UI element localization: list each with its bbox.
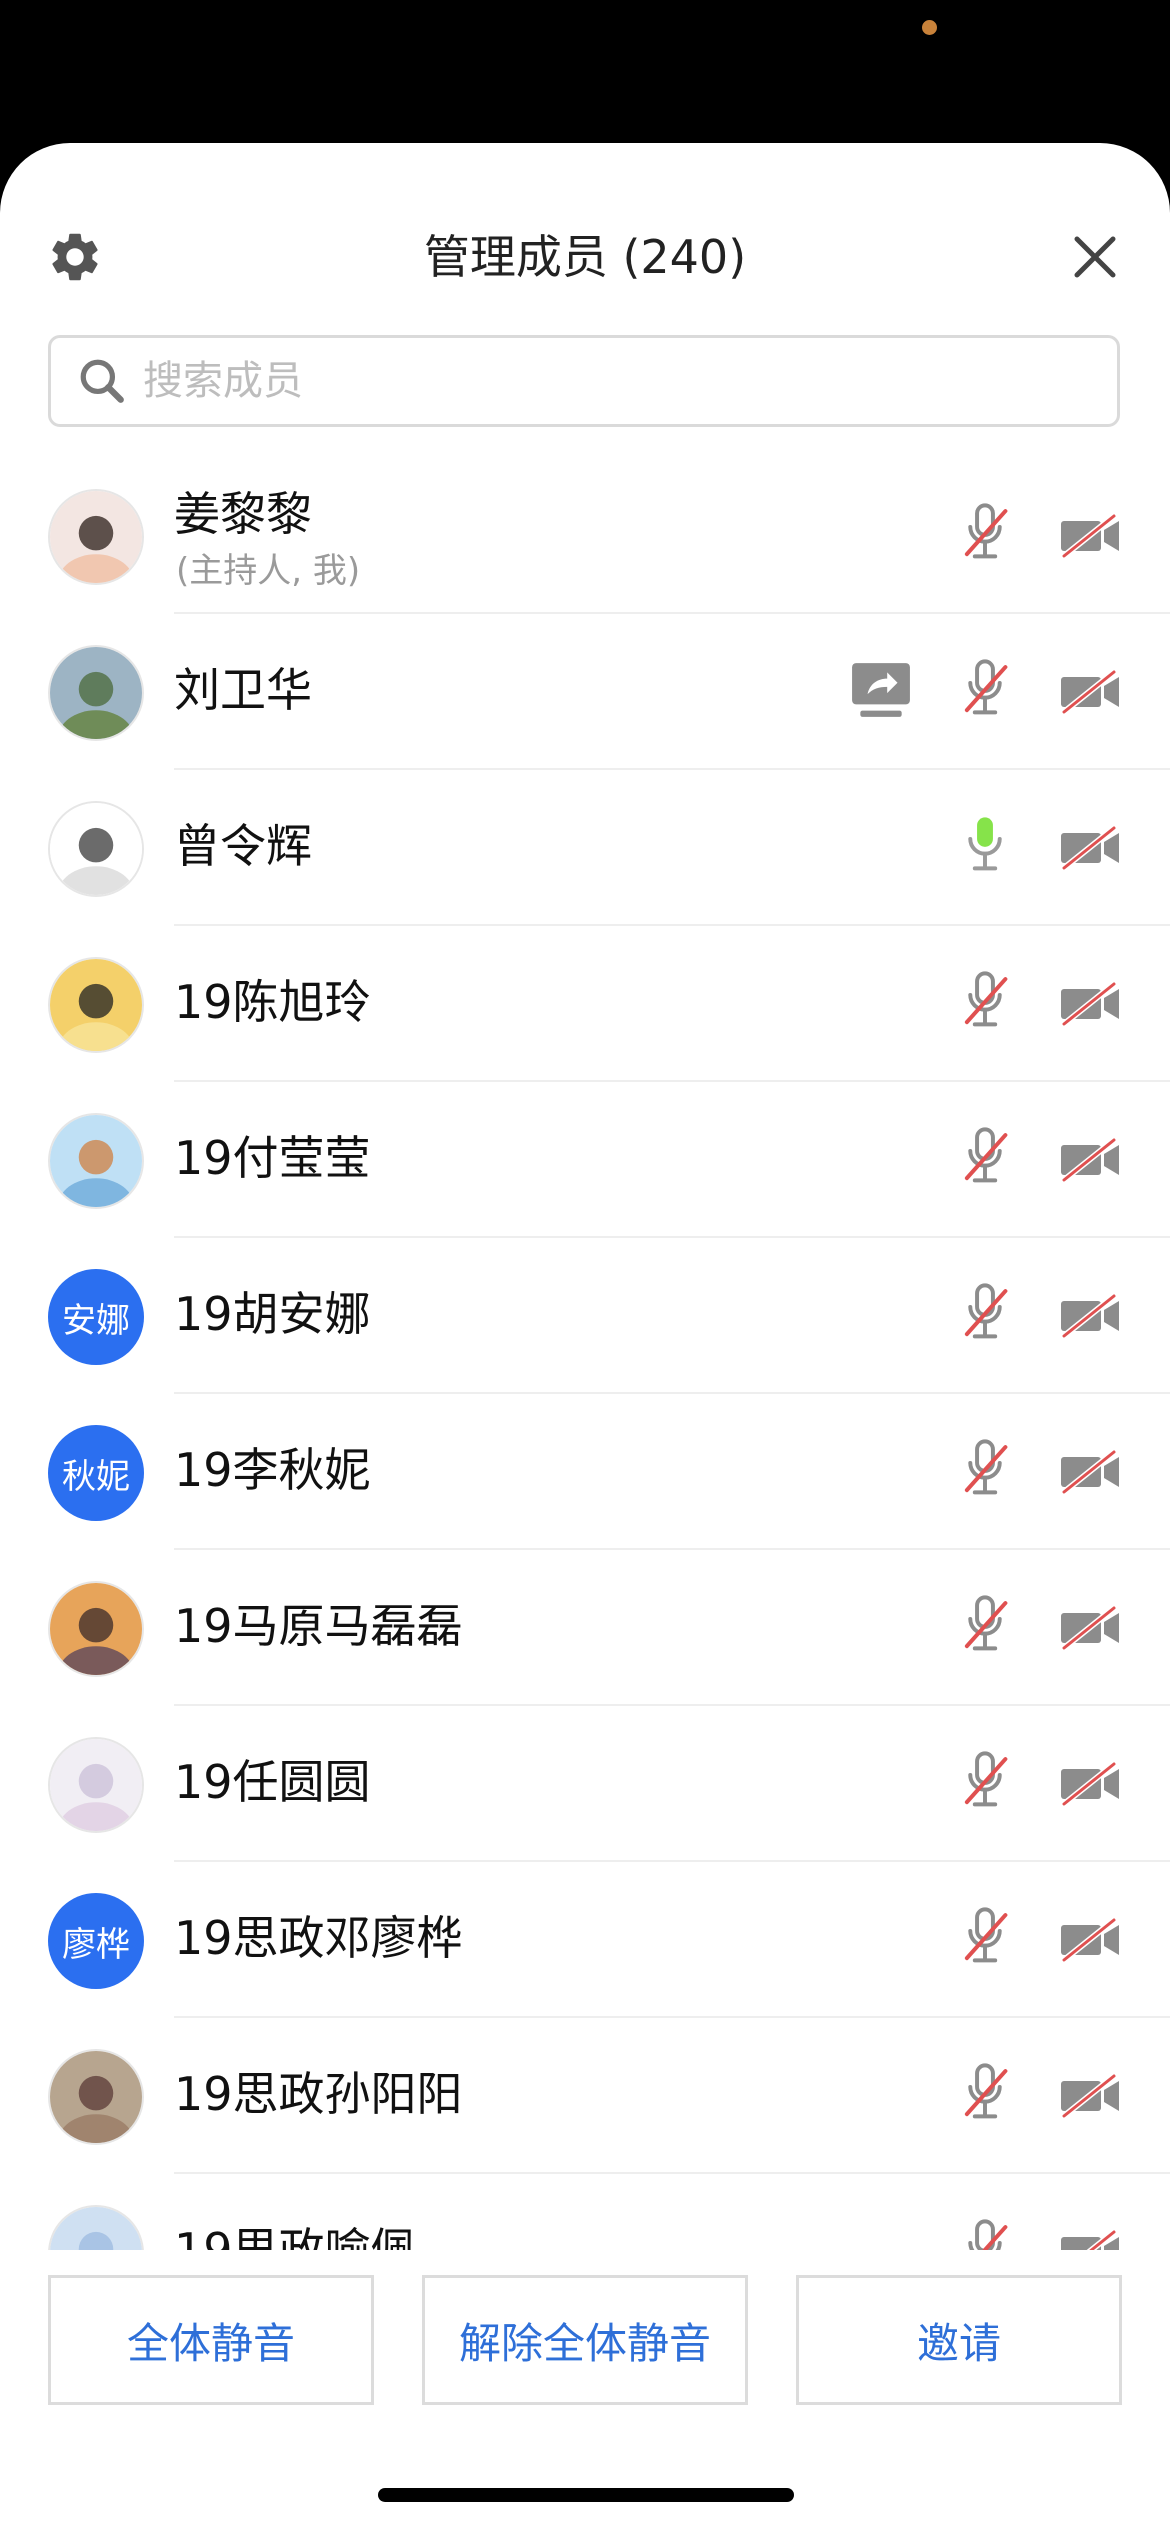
member-row[interactable]: 19陈旭玲	[0, 926, 1170, 1082]
member-name: 19马原马磊磊	[174, 1599, 463, 1653]
mic-muted-icon[interactable]	[960, 2062, 1010, 2130]
unmute-all-button[interactable]: 解除全体静音	[422, 2275, 748, 2405]
avatar-sketch-portrait	[48, 801, 144, 897]
status-indicator-dot	[922, 20, 937, 35]
screen-share-icon	[852, 663, 910, 717]
camera-off-icon[interactable]	[1058, 1292, 1122, 1340]
search-box	[48, 335, 1120, 427]
avatar: 秋妮	[48, 1425, 144, 1521]
avatar-sunset	[48, 1581, 144, 1677]
member-row[interactable]: 姜黎黎 (主持人, 我)	[0, 458, 1170, 614]
avatar-woman-portrait	[48, 489, 144, 585]
camera-off-icon[interactable]	[1058, 824, 1122, 872]
camera-off-icon[interactable]	[1058, 1448, 1122, 1496]
mic-muted-icon[interactable]	[960, 1906, 1010, 1974]
mic-on-icon[interactable]	[960, 814, 1010, 882]
avatar-cartoon-sky	[48, 1113, 144, 1209]
avatar: 廖桦	[48, 1893, 144, 1989]
member-row[interactable]: 廖桦 19思政邓廖桦	[0, 1862, 1170, 2018]
member-row[interactable]: 刘卫华	[0, 614, 1170, 770]
avatar-people-photo	[48, 2049, 144, 2145]
member-name: 19任圆圆	[174, 1755, 371, 1809]
member-name: 曾令辉	[174, 819, 312, 873]
member-name: 19思政孙阳阳	[174, 2067, 463, 2121]
camera-off-icon[interactable]	[1058, 980, 1122, 1028]
home-indicator	[378, 2488, 794, 2502]
mic-muted-icon[interactable]	[960, 658, 1010, 726]
page-title: 管理成员 (240)	[423, 230, 747, 284]
camera-off-icon[interactable]	[1058, 2072, 1122, 2120]
avatar-chick-cartoon	[48, 957, 144, 1053]
camera-off-icon[interactable]	[1058, 668, 1122, 716]
mic-muted-icon[interactable]	[960, 1750, 1010, 1818]
search-icon	[80, 359, 124, 403]
member-name: 19胡安娜	[174, 1287, 371, 1341]
member-name: 姜黎黎	[174, 487, 312, 541]
member-list: 姜黎黎 (主持人, 我) 刘卫华 曾令辉 19陈旭玲 19付莹莹 安娜 19胡安…	[0, 458, 1170, 2393]
mic-muted-icon[interactable]	[960, 1438, 1010, 1506]
member-row[interactable]: 19付莹莹	[0, 1082, 1170, 1238]
manage-members-sheet: 管理成员 (240) 姜黎黎 (主持人, 我) 刘卫华	[0, 143, 1170, 2532]
sheet-header: 管理成员 (240)	[0, 143, 1170, 427]
avatar-mountain-landscape	[48, 645, 144, 741]
camera-off-icon[interactable]	[1058, 1604, 1122, 1652]
member-row[interactable]: 曾令辉	[0, 770, 1170, 926]
member-row[interactable]: 安娜 19胡安娜	[0, 1238, 1170, 1394]
invite-button[interactable]: 邀请	[796, 2275, 1122, 2405]
member-name: 19陈旭玲	[174, 975, 371, 1029]
search-input[interactable]	[141, 357, 1045, 405]
mic-muted-icon[interactable]	[960, 1594, 1010, 1662]
member-name: 19付莹莹	[174, 1131, 371, 1185]
member-row[interactable]: 秋妮 19李秋妮	[0, 1394, 1170, 1550]
member-role: (主持人, 我)	[176, 551, 361, 591]
member-row[interactable]: 19马原马磊磊	[0, 1550, 1170, 1706]
mic-muted-icon[interactable]	[960, 1126, 1010, 1194]
camera-off-icon[interactable]	[1058, 1916, 1122, 1964]
mic-muted-icon[interactable]	[960, 502, 1010, 570]
camera-off-icon[interactable]	[1058, 512, 1122, 560]
member-name: 刘卫华	[174, 663, 312, 717]
member-name: 19李秋妮	[174, 1443, 371, 1497]
mic-muted-icon[interactable]	[960, 1282, 1010, 1350]
avatar: 安娜	[48, 1269, 144, 1365]
member-name: 19思政邓廖桦	[174, 1911, 463, 1965]
camera-off-icon[interactable]	[1058, 1760, 1122, 1808]
mic-muted-icon[interactable]	[960, 970, 1010, 1038]
camera-off-icon[interactable]	[1058, 1136, 1122, 1184]
avatar-anime-girl	[48, 1737, 144, 1833]
member-row[interactable]: 19思政孙阳阳	[0, 2018, 1170, 2174]
footer-actions: 全体静音 解除全体静音 邀请	[0, 2250, 1170, 2532]
mute-all-button[interactable]: 全体静音	[48, 2275, 374, 2405]
member-row[interactable]: 19任圆圆	[0, 1706, 1170, 1862]
close-icon[interactable]	[1071, 233, 1119, 281]
